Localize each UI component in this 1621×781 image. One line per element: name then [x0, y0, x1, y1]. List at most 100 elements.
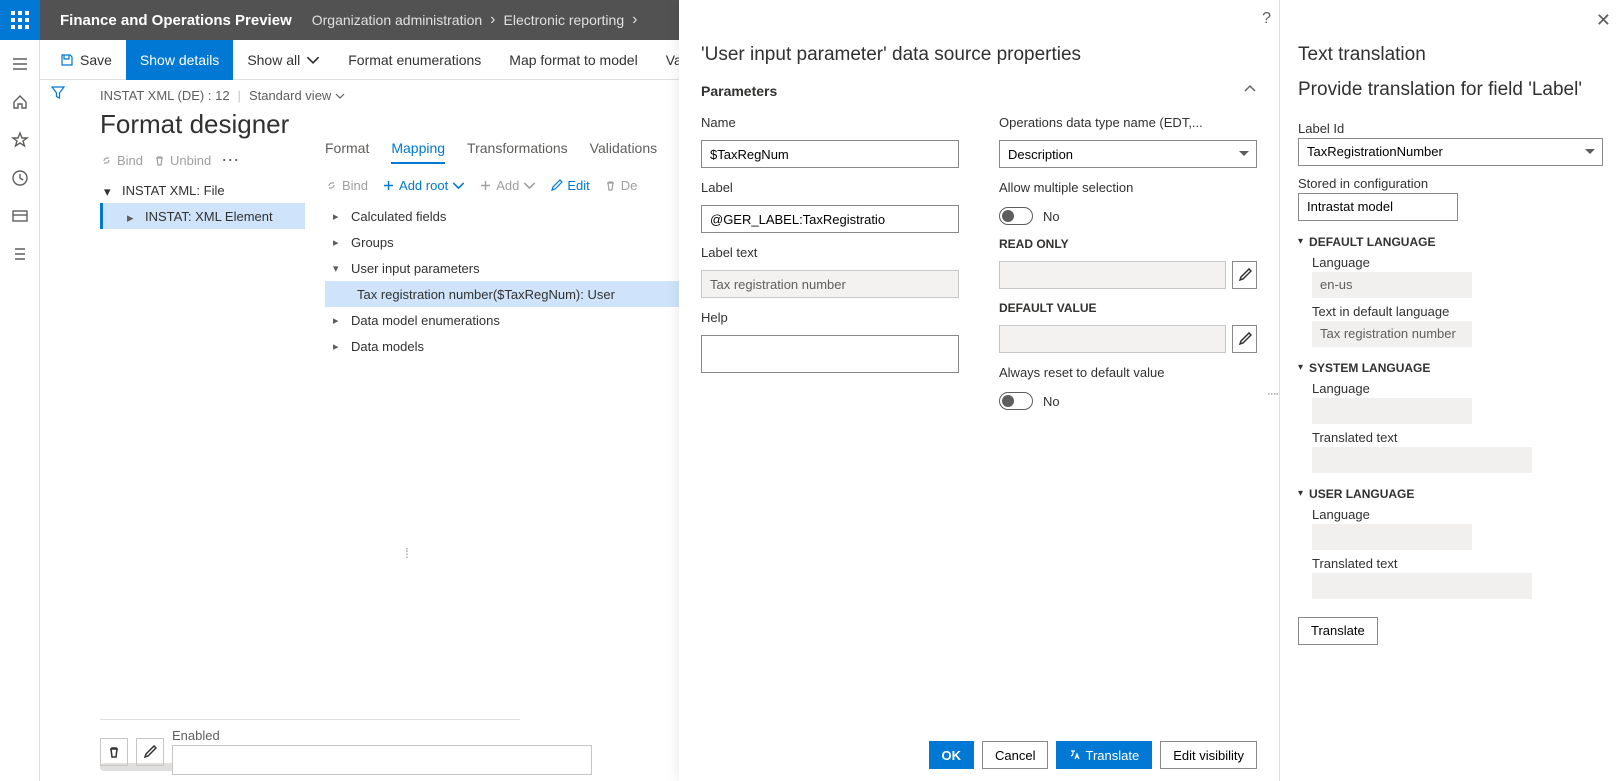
breadcrumb-level1[interactable]: Organization administration	[312, 12, 482, 28]
enabled-input[interactable]	[172, 745, 592, 775]
caret-icon: ▾	[1298, 236, 1303, 247]
allowmulti-toggle[interactable]	[999, 207, 1033, 225]
trash-icon	[604, 179, 617, 192]
bind-button[interactable]: Bind	[100, 153, 143, 168]
tab-format[interactable]: Format	[325, 140, 369, 164]
cancel-label: Cancel	[995, 748, 1035, 763]
system-language-section[interactable]: ▾ SYSTEM LANGUAGE	[1298, 361, 1603, 375]
save-icon	[60, 53, 74, 67]
tree-root[interactable]: ▾ INSTAT XML: File	[100, 177, 305, 203]
translate-button[interactable]: Translate	[1056, 741, 1152, 769]
label-info-icon[interactable]	[949, 211, 953, 226]
edit-button[interactable]: Edit	[550, 178, 589, 193]
cancel-button[interactable]: Cancel	[982, 741, 1048, 769]
close-button[interactable]: ✕	[1596, 10, 1611, 31]
defaultvalue-edit-button[interactable]	[1232, 325, 1257, 353]
show-details-label: Show details	[140, 52, 219, 68]
sys-translated-value	[1312, 447, 1532, 473]
translation-panel: ✕ Text translation Provide translation f…	[1279, 0, 1621, 781]
delete-button[interactable]: De	[604, 178, 638, 193]
show-all-button[interactable]: Show all	[233, 40, 334, 80]
tab-transformations[interactable]: Transformations	[467, 140, 568, 164]
chevron-down-icon	[523, 179, 536, 192]
alwaysreset-label: Always reset to default value	[999, 365, 1257, 380]
chevron-down-icon	[306, 53, 320, 67]
save-button[interactable]: Save	[46, 40, 126, 80]
nav-home[interactable]	[0, 84, 40, 120]
label-input[interactable]	[701, 205, 959, 233]
defaultvalue-input	[999, 325, 1226, 353]
edt-select[interactable]	[999, 140, 1257, 168]
translate-action-button[interactable]: Translate	[1298, 617, 1378, 645]
nav-workspaces[interactable]	[0, 198, 40, 234]
textdefault-label: Text in default language	[1312, 304, 1603, 319]
pencil-icon	[1238, 268, 1252, 282]
tree-child[interactable]: ▸ INSTAT: XML Element	[100, 203, 305, 229]
map-format-button[interactable]: Map format to model	[495, 40, 651, 80]
nav-modules[interactable]	[0, 236, 40, 272]
bind-label: Bind	[117, 153, 143, 168]
chevron-down-icon	[452, 179, 465, 192]
hamburger-icon	[11, 55, 29, 73]
section-label: SYSTEM LANGUAGE	[1309, 361, 1430, 375]
translation-title: Text translation	[1298, 44, 1603, 66]
user-language-section[interactable]: ▾ USER LANGUAGE	[1298, 487, 1603, 501]
name-label: Name	[701, 115, 959, 130]
section-header[interactable]: Parameters	[701, 82, 1257, 99]
add-button[interactable]: Add	[479, 178, 536, 193]
nav-recent[interactable]	[0, 160, 40, 196]
add-label: Add	[496, 178, 519, 193]
plus-icon	[382, 179, 395, 192]
section-title: Parameters	[701, 83, 777, 99]
pencil-icon	[550, 179, 563, 192]
map-tree-label: Groups	[351, 235, 394, 250]
view-label: Standard view	[249, 88, 331, 103]
link-icon	[100, 154, 113, 167]
map-bind-label: Bind	[342, 178, 368, 193]
add-root-label: Add root	[399, 178, 448, 193]
add-root-button[interactable]: Add root	[382, 178, 465, 193]
readonly-edit-button[interactable]	[1232, 261, 1257, 289]
translate-btn-label: Translate	[1311, 623, 1365, 638]
labelid-select[interactable]	[1298, 138, 1603, 166]
translate-icon	[1069, 749, 1081, 761]
help-button[interactable]: ?	[1262, 10, 1271, 28]
unbind-button[interactable]: Unbind	[153, 153, 211, 168]
default-language-section[interactable]: ▾ DEFAULT LANGUAGE	[1298, 235, 1603, 249]
breadcrumb-level2[interactable]: Electronic reporting	[504, 12, 625, 28]
filter-button[interactable]	[50, 84, 66, 103]
format-enumerations-button[interactable]: Format enumerations	[334, 40, 495, 80]
defaultvalue-label: DEFAULT VALUE	[999, 301, 1257, 315]
language-value: en-us	[1312, 272, 1472, 298]
edit-visibility-button[interactable]: Edit visibility	[1160, 741, 1257, 769]
map-tree-label: User input parameters	[351, 261, 480, 276]
nav-hamburger[interactable]	[0, 46, 40, 82]
form-grid: Name Label Label text Help Operations da…	[701, 111, 1257, 410]
readonly-label: READ ONLY	[999, 237, 1257, 251]
edit-visibility-label: Edit visibility	[1173, 748, 1244, 763]
delete-label: De	[621, 178, 638, 193]
labeltext-label: Label text	[701, 245, 959, 260]
panel-title: 'User input parameter' data source prope…	[701, 44, 1257, 66]
trash-icon	[107, 745, 121, 759]
help-field-label: Help	[701, 310, 959, 325]
name-input[interactable]	[701, 140, 959, 168]
ok-button[interactable]: OK	[929, 741, 975, 769]
view-selector[interactable]: Standard view	[249, 88, 345, 103]
tab-validations[interactable]: Validations	[590, 140, 657, 164]
map-bind-button[interactable]: Bind	[325, 178, 368, 193]
section-label: DEFAULT LANGUAGE	[1309, 235, 1435, 249]
waffle-launcher[interactable]	[0, 0, 40, 40]
tree-caret-icon: ▸	[127, 210, 139, 222]
delete-square-button[interactable]	[100, 738, 128, 766]
help-input[interactable]	[701, 335, 959, 373]
alwaysreset-toggle[interactable]	[999, 392, 1033, 410]
map-tree-label: Calculated fields	[351, 209, 446, 224]
storedin-input[interactable]	[1298, 193, 1458, 221]
more-button[interactable]: ⋯	[221, 150, 241, 171]
nav-favorites[interactable]	[0, 122, 40, 158]
tab-mapping[interactable]: Mapping	[391, 140, 445, 164]
splitter-handle[interactable]: ⁞	[405, 545, 413, 561]
edit-square-button[interactable]	[136, 738, 164, 766]
show-details-button[interactable]: Show details	[126, 40, 233, 80]
